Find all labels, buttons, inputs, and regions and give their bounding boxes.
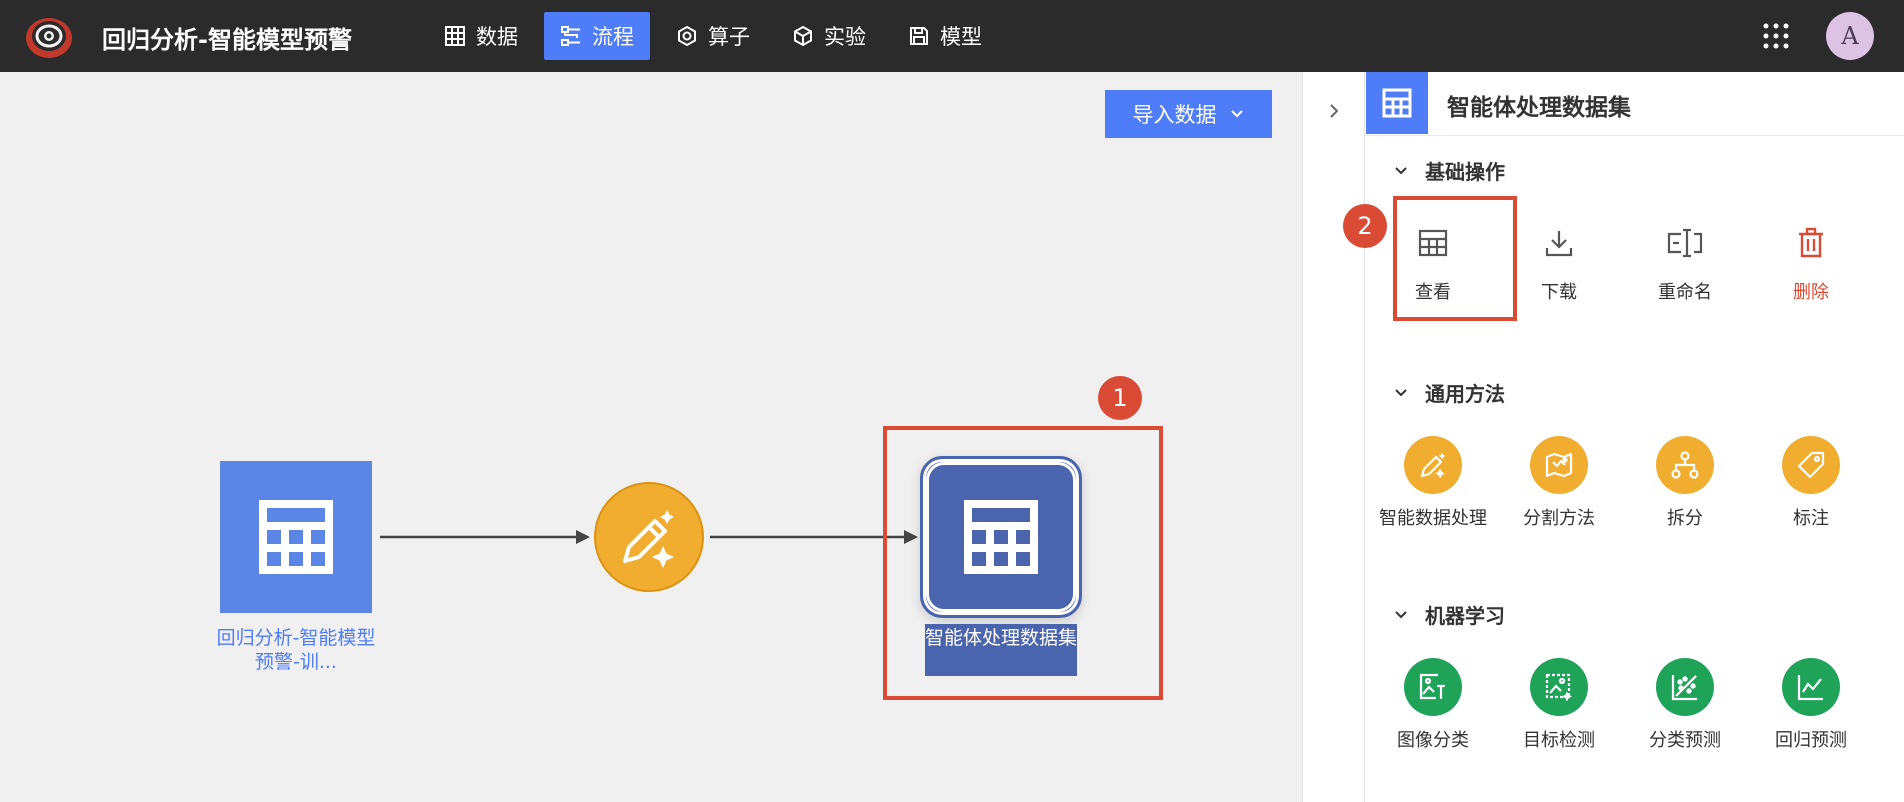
op-label: 分割方法 <box>1523 508 1595 529</box>
chevron-down-icon <box>1395 610 1407 618</box>
download-icon <box>1545 231 1573 257</box>
op-label: 目标检测 <box>1523 730 1595 751</box>
chevron-down-icon <box>1395 166 1407 174</box>
rename-label: 重命名 <box>1658 282 1712 303</box>
rename-button[interactable]: 重命名 <box>1622 218 1748 304</box>
op-icon-circle <box>1782 658 1840 716</box>
delete-icon-wrap <box>1782 218 1840 268</box>
panel-header: 智能体处理数据集 <box>1365 72 1904 136</box>
dataset-detail-panel: 智能体处理数据集 基础操作 查看 下载 重命名 删除 通用方法 智能数据处理 分… <box>1364 72 1904 802</box>
panel-collapse-strip <box>1302 72 1364 802</box>
section-title-label: 基础操作 <box>1425 160 1505 184</box>
section-general-toggle[interactable]: 通用方法 <box>1393 378 1505 407</box>
line-chart-icon <box>1797 675 1823 701</box>
annotate-op[interactable]: 标注 <box>1748 436 1874 530</box>
map-split-icon <box>1545 452 1573 478</box>
image-classification-op[interactable]: 图像分类 <box>1370 658 1496 752</box>
rename-icon <box>1667 228 1703 258</box>
op-icon-circle <box>1782 436 1840 494</box>
annotation-box-2 <box>1393 196 1517 321</box>
source-dataset-node[interactable] <box>220 461 372 613</box>
image-classify-icon <box>1419 673 1445 700</box>
download-icon-wrap <box>1530 218 1588 268</box>
op-label: 回归预测 <box>1775 730 1847 751</box>
op-label: 图像分类 <box>1397 730 1469 751</box>
magic-pen-icon <box>1420 452 1446 479</box>
op-icon-circle <box>1530 658 1588 716</box>
panel-title: 智能体处理数据集 <box>1447 95 1631 121</box>
classification-prediction-op[interactable]: 分类预测 <box>1622 658 1748 752</box>
chevron-right-icon[interactable] <box>1325 102 1343 120</box>
annotation-box-1 <box>883 426 1163 700</box>
panel-dataset-icon-box <box>1366 72 1428 134</box>
op-icon-circle <box>1404 436 1462 494</box>
op-icon-circle <box>1404 658 1462 716</box>
split-op[interactable]: 拆分 <box>1622 436 1748 530</box>
delete-label: 删除 <box>1793 282 1829 303</box>
smart-data-processing-node[interactable] <box>594 482 704 592</box>
rename-icon-wrap <box>1656 218 1714 268</box>
op-label: 智能数据处理 <box>1379 508 1487 529</box>
op-icon-circle <box>1656 436 1714 494</box>
scatter-classify-icon <box>1671 675 1697 701</box>
chevron-down-icon <box>1395 388 1407 396</box>
section-ml-toggle[interactable]: 机器学习 <box>1393 600 1505 629</box>
table-icon <box>1382 88 1412 118</box>
object-detect-icon <box>1545 673 1573 702</box>
table-icon <box>259 500 333 574</box>
user-avatar[interactable]: A <box>1826 12 1874 60</box>
arrowhead-icon <box>576 530 590 544</box>
delete-button[interactable]: 删除 <box>1748 218 1874 304</box>
trash-icon <box>1799 227 1823 258</box>
op-icon-circle <box>1656 658 1714 716</box>
annotation-badge-2: 2 <box>1343 204 1387 248</box>
section-title-label: 机器学习 <box>1425 604 1505 628</box>
op-label: 分类预测 <box>1649 730 1721 751</box>
apps-grid-icon[interactable] <box>1762 22 1790 50</box>
tag-icon <box>1797 451 1825 479</box>
annotation-badge-1: 1 <box>1098 376 1142 420</box>
object-detection-op[interactable]: 目标检测 <box>1496 658 1622 752</box>
source-dataset-label[interactable]: 回归分析-智能模型预警-训... <box>210 626 382 674</box>
op-label: 标注 <box>1793 508 1829 529</box>
op-label: 拆分 <box>1667 508 1703 529</box>
hierarchy-icon <box>1671 451 1699 479</box>
smart-data-processing-op[interactable]: 智能数据处理 <box>1370 436 1496 530</box>
section-title-label: 通用方法 <box>1425 382 1505 406</box>
regression-prediction-op[interactable]: 回归预测 <box>1748 658 1874 752</box>
split-method-op[interactable]: 分割方法 <box>1496 436 1622 530</box>
magic-pen-icon <box>623 510 674 568</box>
section-basic-toggle[interactable]: 基础操作 <box>1393 156 1505 185</box>
op-icon-circle <box>1530 436 1588 494</box>
